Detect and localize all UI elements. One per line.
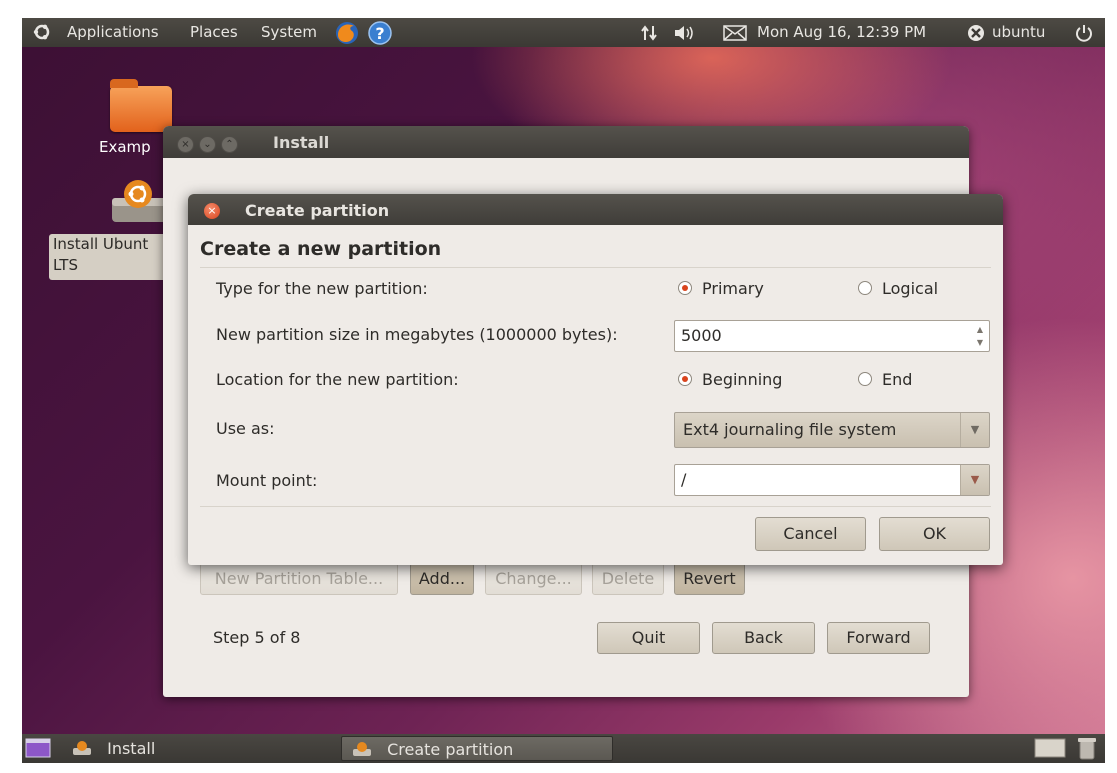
dialog-close-icon[interactable]: × bbox=[204, 203, 220, 219]
desktop: Applications Places System ? Mon Aug 16,… bbox=[22, 18, 1105, 763]
type-label: Type for the new partition: bbox=[216, 279, 428, 298]
radio-dot-primary[interactable] bbox=[678, 281, 692, 295]
ubuntu-logo-icon[interactable] bbox=[32, 22, 52, 46]
back-button[interactable]: Back bbox=[712, 622, 815, 654]
radio-beginning[interactable]: Beginning bbox=[678, 370, 782, 389]
create-partition-dialog: × Create partition Create a new partitio… bbox=[188, 194, 1003, 565]
mount-value: / bbox=[681, 470, 687, 489]
revert-button[interactable]: Revert bbox=[674, 563, 745, 595]
dialog-title: Create partition bbox=[245, 201, 390, 220]
svg-text:?: ? bbox=[375, 24, 384, 43]
step-indicator: Step 5 of 8 bbox=[213, 628, 301, 647]
desktop-icon-label-install[interactable]: Install Ubunt LTS bbox=[49, 234, 173, 280]
menu-system[interactable]: System bbox=[261, 23, 317, 41]
change-button[interactable]: Change... bbox=[485, 563, 582, 595]
new-partition-table-button[interactable]: New Partition Table... bbox=[200, 563, 398, 595]
examples-folder-icon[interactable] bbox=[110, 79, 172, 132]
radio-end[interactable]: End bbox=[858, 370, 912, 389]
dialog-titlebar[interactable]: × Create partition bbox=[188, 194, 1003, 225]
menu-applications[interactable]: Applications bbox=[67, 23, 159, 41]
trash-icon[interactable] bbox=[1076, 736, 1098, 761]
radio-dot-beginning[interactable] bbox=[678, 372, 692, 386]
chevron-down-icon[interactable]: ▼ bbox=[960, 465, 989, 495]
task-create-partition[interactable]: Create partition bbox=[341, 736, 613, 761]
radio-logical[interactable]: Logical bbox=[858, 279, 938, 298]
chevron-down-icon[interactable]: ▼ bbox=[960, 413, 989, 447]
add-button[interactable]: Add... bbox=[410, 563, 474, 595]
menu-places[interactable]: Places bbox=[190, 23, 238, 41]
delete-button[interactable]: Delete bbox=[592, 563, 664, 595]
user-name[interactable]: ubuntu bbox=[992, 23, 1045, 41]
task-install[interactable]: Install bbox=[64, 736, 342, 761]
ok-button[interactable]: OK bbox=[879, 517, 990, 551]
installer-icon bbox=[72, 739, 97, 758]
radio-primary[interactable]: Primary bbox=[678, 279, 764, 298]
size-input[interactable]: 5000 ▲ ▼ bbox=[674, 320, 990, 352]
mount-label: Mount point: bbox=[216, 471, 318, 490]
task-install-label: Install bbox=[107, 739, 156, 758]
close-icon[interactable]: × bbox=[177, 136, 194, 153]
network-icon[interactable] bbox=[640, 24, 660, 46]
radio-end-label: End bbox=[882, 370, 913, 389]
mail-icon[interactable] bbox=[723, 25, 747, 45]
maximize-icon[interactable]: ⌃ bbox=[221, 136, 238, 153]
task-create-partition-label: Create partition bbox=[387, 740, 514, 759]
install-titlebar[interactable]: × ⌄ ⌃ Install bbox=[163, 126, 969, 158]
radio-logical-label: Logical bbox=[882, 279, 939, 298]
help-icon[interactable]: ? bbox=[367, 20, 393, 50]
workspace-switcher-icon[interactable] bbox=[1034, 738, 1066, 763]
spin-buttons-icon[interactable]: ▲ ▼ bbox=[973, 323, 987, 349]
cancel-button[interactable]: Cancel bbox=[755, 517, 866, 551]
dialog-heading: Create a new partition bbox=[200, 238, 442, 260]
radio-primary-label: Primary bbox=[702, 279, 764, 298]
divider bbox=[200, 506, 991, 507]
clock[interactable]: Mon Aug 16, 12:39 PM bbox=[757, 23, 926, 41]
top-panel: Applications Places System ? Mon Aug 16,… bbox=[22, 18, 1105, 47]
mount-point-input[interactable]: / ▼ bbox=[674, 464, 990, 496]
use-as-value: Ext4 journaling file system bbox=[683, 420, 897, 439]
location-label: Location for the new partition: bbox=[216, 370, 459, 389]
installer-icon bbox=[352, 740, 377, 759]
desktop-icon-label-examples[interactable]: Examp bbox=[99, 138, 151, 156]
radio-beginning-label: Beginning bbox=[702, 370, 783, 389]
radio-dot-logical[interactable] bbox=[858, 281, 872, 295]
user-status-icon[interactable] bbox=[966, 23, 986, 47]
show-desktop-icon[interactable] bbox=[25, 738, 51, 763]
size-label: New partition size in megabytes (1000000… bbox=[216, 325, 618, 344]
install-window-title: Install bbox=[273, 133, 330, 152]
volume-icon[interactable] bbox=[673, 24, 695, 46]
size-value: 5000 bbox=[681, 326, 722, 345]
firefox-icon[interactable] bbox=[334, 20, 360, 50]
power-icon[interactable] bbox=[1074, 23, 1094, 47]
bottom-panel: Install Create partition bbox=[22, 734, 1105, 763]
divider bbox=[200, 267, 991, 268]
use-as-label: Use as: bbox=[216, 419, 275, 438]
radio-dot-end[interactable] bbox=[858, 372, 872, 386]
minimize-icon[interactable]: ⌄ bbox=[199, 136, 216, 153]
quit-button[interactable]: Quit bbox=[597, 622, 700, 654]
forward-button[interactable]: Forward bbox=[827, 622, 930, 654]
use-as-select[interactable]: Ext4 journaling file system ▼ bbox=[674, 412, 990, 448]
